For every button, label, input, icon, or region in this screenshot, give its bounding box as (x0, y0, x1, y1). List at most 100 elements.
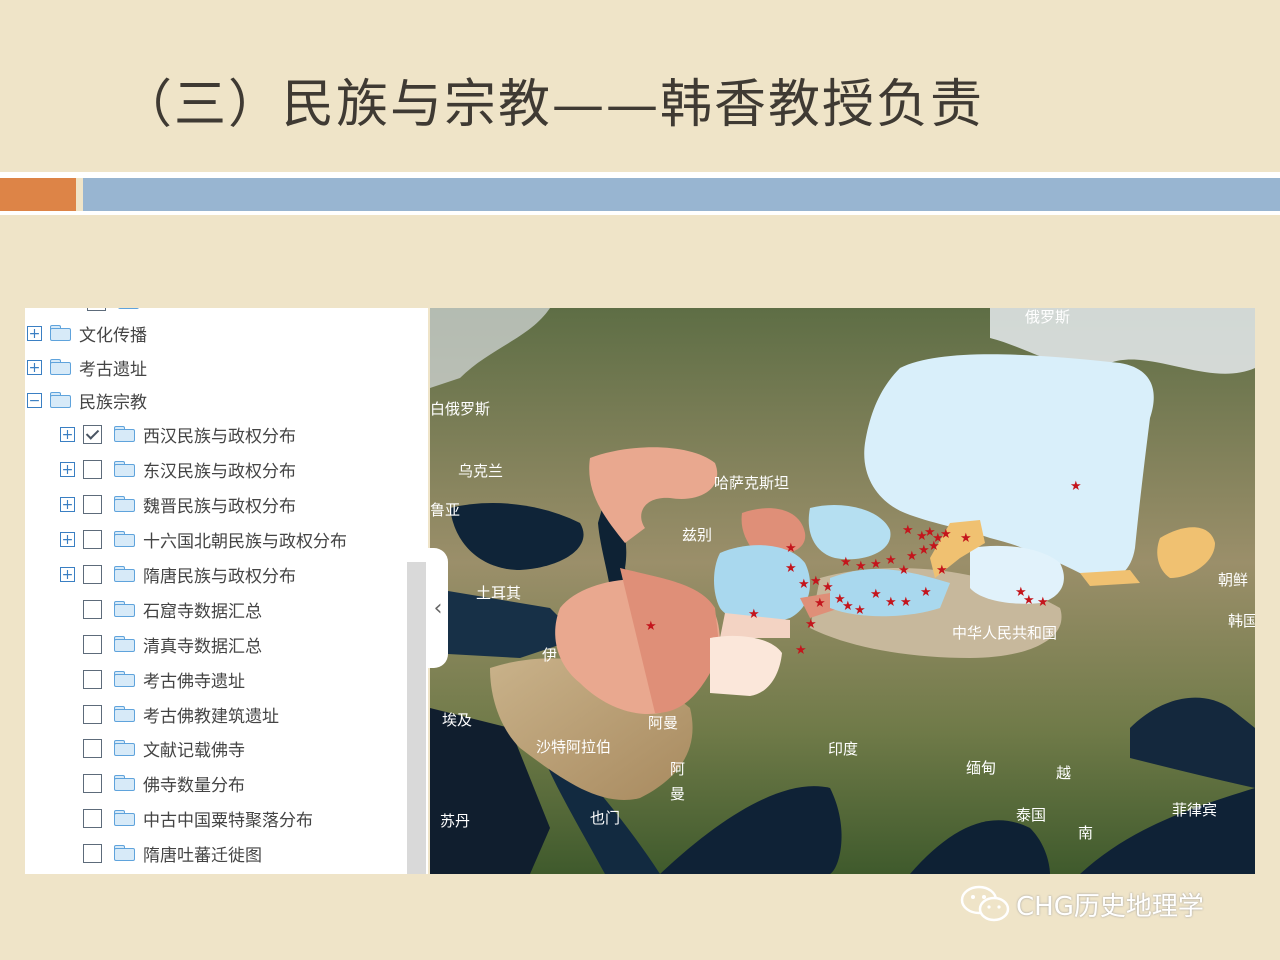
tree-item-label: 十六国北朝民族与政权分布 (143, 531, 347, 552)
layer-checkbox[interactable] (83, 738, 102, 758)
site-marker[interactable]: ★ (940, 527, 952, 542)
site-marker[interactable]: ★ (898, 563, 910, 578)
tree-item-label: 清真寺数据汇总 (143, 636, 262, 657)
expand-icon[interactable]: + (60, 566, 75, 582)
site-marker[interactable]: ★ (885, 553, 897, 568)
tree-item[interactable]: + 文化传播 (27, 318, 147, 348)
site-marker[interactable]: ★ (822, 580, 834, 595)
tree-item-label: 文化传播 (79, 325, 147, 346)
tree-item-label: 考古佛寺遗址 (143, 671, 245, 692)
map-label: 南 (1078, 824, 1093, 842)
collapse-icon[interactable]: − (27, 392, 42, 408)
tree-item[interactable]: 文献记载佛寺 (60, 733, 245, 763)
map-label: 伊 (542, 646, 557, 664)
site-marker[interactable]: ★ (928, 539, 940, 554)
site-marker[interactable]: ★ (855, 559, 867, 574)
map-label: 阿曼 (648, 714, 678, 732)
tree-item-label: 民族宗教 (79, 392, 147, 413)
map-label: 朝鲜 (1218, 571, 1248, 589)
layer-checkbox[interactable] (83, 808, 102, 828)
site-marker[interactable]: ★ (854, 603, 866, 618)
site-marker[interactable]: ★ (842, 599, 854, 614)
tree-item[interactable]: 清真寺数据汇总 (60, 629, 262, 659)
site-marker[interactable]: ★ (870, 587, 882, 602)
site-marker[interactable]: ★ (785, 561, 797, 576)
site-marker[interactable]: ★ (900, 595, 912, 610)
tree-item[interactable]: 考古佛寺遗址 (60, 664, 245, 694)
tree-item-label: 隋唐吐蕃迁徙图 (143, 845, 262, 866)
site-marker[interactable]: ★ (870, 557, 882, 572)
folder-icon (114, 810, 135, 826)
site-marker[interactable]: ★ (795, 643, 807, 658)
tree-item-label: 文献记载佛寺 (143, 740, 245, 761)
tree-item[interactable]: 中古中国粟特聚落分布 (60, 803, 313, 833)
site-marker[interactable]: ★ (1023, 593, 1035, 608)
map-label: 沙特阿拉伯 (536, 738, 611, 756)
watermark: CHG历史地理学 (960, 885, 1204, 923)
site-marker[interactable]: ★ (920, 585, 932, 600)
site-marker[interactable]: ★ (748, 607, 760, 622)
tree-item[interactable]: + 西汉民族与政权分布 (60, 419, 296, 449)
tree-item[interactable]: 隋唐吐蕃迁徙图 (60, 838, 262, 868)
tree-item[interactable]: + 魏晋民族与政权分布 (60, 489, 296, 519)
layer-checkbox[interactable] (83, 599, 102, 619)
layer-checkbox[interactable] (83, 529, 102, 549)
map-canvas: ★ ★ ★ ★ ★ ★ ★ ★ ★ ★ ★ ★ ★ ★ ★ ★ ★ ★ ★ ★ … (430, 308, 1255, 874)
site-marker[interactable]: ★ (805, 617, 817, 632)
layer-checkbox[interactable] (83, 843, 102, 863)
map-label: 缅甸 (966, 759, 996, 777)
tree-item[interactable]: + 考古遗址 (27, 352, 147, 382)
tree-item[interactable]: + 隋唐民族与政权分布 (60, 559, 296, 589)
tree-item[interactable]: − 民族宗教 (27, 385, 147, 415)
site-marker[interactable]: ★ (810, 574, 822, 589)
site-marker[interactable]: ★ (785, 541, 797, 556)
tree-item-label: 中古中国粟特聚落分布 (143, 810, 313, 831)
site-marker[interactable]: ★ (960, 531, 972, 546)
site-marker[interactable]: ★ (936, 563, 948, 578)
layer-tree-panel: + 文化传播 + 考古遗址 − 民族宗教 + 西汉民族与政权分布 + 东汉民族与… (25, 308, 428, 874)
tree-item[interactable]: + 东汉民族与政权分布 (60, 454, 296, 484)
tree-scrollbar[interactable] (407, 562, 426, 874)
layer-checkbox[interactable] (83, 669, 102, 689)
slide-title: （三）民族与宗教——韩香教授负责 (120, 75, 985, 135)
expand-icon[interactable]: + (60, 531, 75, 547)
expand-icon[interactable]: + (27, 325, 42, 341)
map-label: 埃及 (442, 711, 472, 729)
collapse-panel-button[interactable]: ‹ (428, 548, 448, 668)
map-label: 曼 (670, 785, 685, 803)
site-marker[interactable]: ★ (645, 619, 657, 634)
tree-item[interactable]: 石窟寺数据汇总 (60, 594, 262, 624)
map-label: 韩国 (1228, 612, 1255, 630)
site-marker[interactable]: ★ (798, 577, 810, 592)
site-marker[interactable]: ★ (885, 595, 897, 610)
layer-checkbox[interactable] (83, 459, 102, 479)
layer-checkbox[interactable] (83, 564, 102, 584)
site-marker[interactable]: ★ (902, 523, 914, 538)
site-marker[interactable]: ★ (814, 596, 826, 611)
site-marker[interactable]: ★ (1070, 479, 1082, 494)
accent-bar-blue (83, 178, 1280, 211)
tree-item[interactable]: 佛寺数量分布 (60, 768, 245, 798)
site-marker[interactable]: ★ (1037, 595, 1049, 610)
expand-icon[interactable]: + (60, 496, 75, 512)
layer-checkbox[interactable] (83, 773, 102, 793)
layer-checkbox[interactable] (83, 704, 102, 724)
map-label: 越 (1056, 764, 1071, 782)
site-marker[interactable]: ★ (906, 549, 918, 564)
map-view[interactable]: ★ ★ ★ ★ ★ ★ ★ ★ ★ ★ ★ ★ ★ ★ ★ ★ ★ ★ ★ ★ … (430, 308, 1255, 874)
expand-icon[interactable]: + (27, 359, 42, 375)
tree-item-label: 隋唐民族与政权分布 (143, 566, 296, 587)
expand-icon[interactable]: + (60, 426, 75, 442)
layer-checkbox[interactable] (83, 424, 102, 444)
map-label: 土耳其 (476, 584, 521, 602)
map-label: 白俄罗斯 (430, 400, 490, 418)
layer-checkbox[interactable] (83, 634, 102, 654)
tree-item[interactable]: + 十六国北朝民族与政权分布 (60, 524, 347, 554)
layer-checkbox[interactable] (83, 494, 102, 514)
site-marker[interactable]: ★ (840, 555, 852, 570)
tree-item[interactable]: 考古佛教建筑遗址 (60, 699, 279, 729)
map-label: 兹别 (682, 526, 712, 544)
expand-icon[interactable]: + (60, 461, 75, 477)
folder-icon (114, 566, 135, 582)
tree-item-label: 考古佛教建筑遗址 (143, 706, 279, 727)
